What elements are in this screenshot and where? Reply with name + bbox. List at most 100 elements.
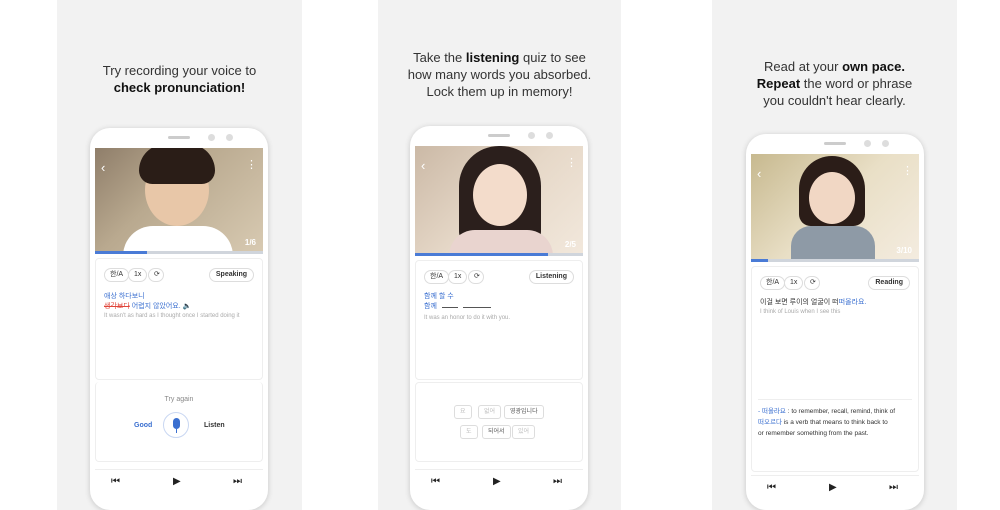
video-subject-face bbox=[809, 172, 855, 224]
caption-bold: Repeat bbox=[756, 76, 801, 91]
reading-card: 한/A 1x ⟳ Reading 이걸 보면 루이의 얼굴이 떠떠올라요. I … bbox=[751, 266, 919, 472]
korean-line-2: 생각보다 어렵지 않았어요. 🔈 bbox=[104, 301, 191, 311]
playback-controls: ⏮ ▶ ⏭ bbox=[751, 475, 919, 501]
skip-previous-icon[interactable]: ⏮ bbox=[111, 476, 120, 487]
skip-next-icon[interactable]: ⏭ bbox=[233, 476, 242, 487]
caption-text: quiz to see bbox=[522, 50, 586, 65]
loop-icon[interactable]: ⟳ bbox=[804, 276, 820, 290]
recording-area: Try again Good Listen bbox=[95, 382, 263, 462]
video-subject-hair bbox=[139, 148, 215, 184]
play-icon[interactable]: ▶ bbox=[173, 476, 181, 487]
try-again-label: Try again bbox=[164, 396, 194, 403]
blank-slot[interactable] bbox=[462, 307, 491, 308]
highlighted-word[interactable]: 떠올라요. bbox=[839, 299, 867, 306]
loop-icon[interactable]: ⟳ bbox=[148, 268, 164, 282]
skip-next-icon[interactable]: ⏭ bbox=[889, 482, 898, 493]
video-progress[interactable] bbox=[95, 251, 263, 254]
play-icon[interactable]: ▶ bbox=[829, 482, 837, 493]
word-chip[interactable]: 없어 bbox=[478, 405, 502, 419]
word-bank: 요 없어 영광입니다 도 되어서 있어 bbox=[415, 382, 583, 462]
microphone-icon bbox=[173, 418, 180, 429]
video-subject-overalls bbox=[791, 226, 875, 262]
word-chip[interactable]: 요 bbox=[454, 405, 472, 419]
back-icon[interactable]: ‹ bbox=[101, 160, 105, 175]
caption-listening: Take the listening quiz to see how many … bbox=[378, 49, 621, 100]
incorrect-word: 생각보다 bbox=[104, 303, 130, 310]
back-icon[interactable]: ‹ bbox=[757, 166, 761, 181]
speaker-grille bbox=[168, 136, 190, 139]
caption-text: Take the bbox=[413, 50, 463, 65]
translation-toggle[interactable]: 한/A bbox=[424, 270, 450, 284]
caption-line: you couldn't hear clearly. bbox=[763, 93, 906, 108]
speed-toggle[interactable]: 1x bbox=[128, 268, 148, 282]
korean-line-2: 함께 bbox=[424, 301, 491, 311]
more-icon[interactable]: ⋮ bbox=[246, 160, 257, 171]
english-translation: It wasn't as hard as I thought once I st… bbox=[104, 313, 240, 319]
sentence-rest: 어렵지 않았어요. bbox=[131, 303, 181, 310]
video-player[interactable]: ‹ ⋮ 2/5 bbox=[415, 146, 583, 256]
blank-slot[interactable] bbox=[441, 307, 458, 308]
sentence-start: 이걸 보면 루이의 얼굴이 떠 bbox=[760, 299, 839, 306]
definition-term: - 떠올라요 bbox=[758, 408, 786, 415]
panel-speaking: Try recording your voice to check pronun… bbox=[57, 0, 302, 510]
speed-toggle[interactable]: 1x bbox=[448, 270, 468, 284]
sensor-dot bbox=[882, 140, 889, 147]
caption-line: Lock them up in memory! bbox=[426, 84, 573, 99]
caption-reading: Read at your own pace. Repeat the word o… bbox=[712, 58, 957, 109]
caption-line: Try recording your voice to bbox=[102, 63, 257, 78]
phone-frame: ‹ ⋮ 1/6 한/A 1x ⟳ Speaking 애상 하다보니 생각보다 어… bbox=[90, 128, 268, 510]
mode-badge[interactable]: Reading bbox=[868, 276, 910, 290]
word-chip[interactable]: 영광입니다 bbox=[504, 405, 544, 419]
camera-dot bbox=[208, 134, 215, 141]
translation-toggle[interactable]: 한/A bbox=[104, 268, 130, 282]
mode-badge[interactable]: Listening bbox=[528, 270, 574, 284]
skip-previous-icon[interactable]: ⏮ bbox=[431, 476, 440, 487]
caption-bold: own pace. bbox=[842, 59, 905, 74]
mode-badge[interactable]: Speaking bbox=[208, 268, 254, 282]
caption-bold: check pronunciation! bbox=[113, 80, 246, 95]
skip-previous-icon[interactable]: ⏮ bbox=[767, 482, 776, 493]
video-progress[interactable] bbox=[415, 253, 583, 256]
korean-line-1: 애상 하다보니 bbox=[104, 293, 145, 300]
korean-line-1: 함께 할 수 bbox=[424, 293, 454, 300]
more-icon[interactable]: ⋮ bbox=[902, 166, 913, 177]
clip-counter: 1/6 bbox=[244, 238, 256, 247]
definition-text: : to remember, recall, remind, think of bbox=[787, 408, 895, 415]
clip-counter: 3/10 bbox=[896, 246, 912, 255]
quiz-card: 한/A 1x ⟳ Listening 함께 할 수 함께 It was an h… bbox=[415, 260, 583, 380]
clip-counter: 2/5 bbox=[564, 240, 576, 249]
sensor-dot bbox=[226, 134, 233, 141]
video-player[interactable]: ‹ ⋮ 1/6 bbox=[95, 148, 263, 254]
word-chip[interactable]: 있어 bbox=[512, 425, 536, 439]
loop-icon[interactable]: ⟳ bbox=[468, 270, 484, 284]
caption-bold: listening bbox=[465, 50, 520, 65]
camera-dot bbox=[864, 140, 871, 147]
video-subject-shirt bbox=[123, 226, 233, 254]
speed-toggle[interactable]: 1x bbox=[784, 276, 804, 290]
sensor-dot bbox=[546, 132, 553, 139]
caption-line: how many words you absorbed. bbox=[407, 67, 592, 82]
playback-controls: ⏮ ▶ ⏭ bbox=[415, 469, 583, 495]
panel-reading: Read at your own pace. Repeat the word o… bbox=[712, 0, 957, 510]
caption-speaking: Try recording your voice to check pronun… bbox=[57, 62, 302, 96]
good-button[interactable]: Good bbox=[134, 422, 152, 429]
camera-dot bbox=[528, 132, 535, 139]
listen-button[interactable]: Listen bbox=[204, 422, 225, 429]
translation-toggle[interactable]: 한/A bbox=[760, 276, 786, 290]
speaker-icon[interactable]: 🔈 bbox=[183, 303, 192, 310]
video-player[interactable]: ‹ ⋮ 3/10 bbox=[751, 154, 919, 262]
sentence-start: 함께 bbox=[424, 303, 437, 310]
word-chip[interactable]: 되어서 bbox=[482, 425, 511, 439]
record-button[interactable] bbox=[163, 412, 189, 438]
definition-text: or remember something from the past. bbox=[758, 430, 869, 437]
definition-text: is a verb that means to think back to bbox=[783, 419, 888, 426]
skip-next-icon[interactable]: ⏭ bbox=[553, 476, 562, 487]
speaker-grille bbox=[488, 134, 510, 137]
play-icon[interactable]: ▶ bbox=[493, 476, 501, 487]
word-chip[interactable]: 도 bbox=[460, 425, 478, 439]
speaker-grille bbox=[824, 142, 846, 145]
video-progress[interactable] bbox=[751, 259, 919, 262]
panel-listening: Take the listening quiz to see how many … bbox=[378, 0, 621, 510]
more-icon[interactable]: ⋮ bbox=[566, 158, 577, 169]
back-icon[interactable]: ‹ bbox=[421, 158, 425, 173]
